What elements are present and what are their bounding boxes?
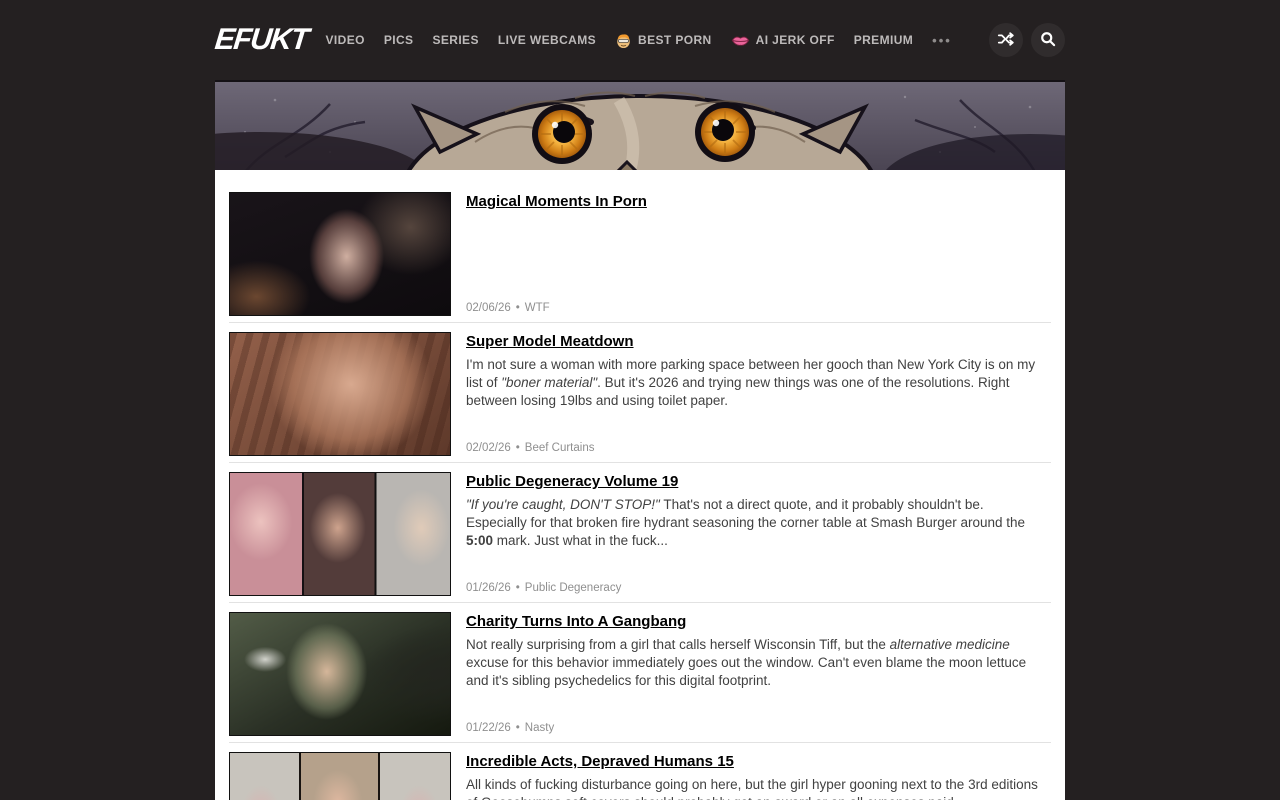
- post-category[interactable]: WTF: [525, 302, 550, 314]
- header-buttons: [989, 23, 1065, 57]
- video-thumbnail[interactable]: [229, 612, 451, 736]
- post-category[interactable]: Beef Curtains: [525, 442, 595, 454]
- main-nav: VIDEO PICS SERIES LIVE WEBCAMS BEST PORN: [326, 32, 990, 49]
- post-list: Magical Moments In Porn 02/06/26 • WTF Sup…: [215, 170, 1065, 800]
- post-date: 01/22/26: [466, 722, 511, 734]
- video-thumbnail[interactable]: [229, 332, 451, 456]
- shuffle-icon: [997, 30, 1015, 51]
- site-logo[interactable]: EFUKT: [213, 23, 309, 57]
- nav-item-video[interactable]: VIDEO: [326, 33, 365, 47]
- nav-item-label: AI JERK OFF: [756, 33, 835, 47]
- post-description: Not really surprising from a girl that c…: [466, 636, 1040, 690]
- nav-item-label: VIDEO: [326, 33, 365, 47]
- nav-item-label: SERIES: [432, 33, 478, 47]
- banner-illustration: [215, 80, 1065, 170]
- post-meta: 02/02/26 • Beef Curtains: [466, 442, 1040, 456]
- post-title-link[interactable]: Charity Turns Into A Gangbang: [466, 613, 686, 630]
- post-row: Public Degeneracy Volume 19 "If you're c…: [229, 463, 1051, 603]
- post-description: All kinds of fucking disturbance going o…: [466, 776, 1040, 800]
- post-meta: 02/06/26 • WTF: [466, 302, 1040, 316]
- search-icon: [1039, 30, 1057, 51]
- post-row: Super Model Meatdown I'm not sure a woma…: [229, 323, 1051, 463]
- post-title-link[interactable]: Public Degeneracy Volume 19: [466, 473, 678, 490]
- post-description: I'm not sure a woman with more parking s…: [466, 356, 1040, 410]
- post-title-link[interactable]: Super Model Meatdown: [466, 333, 634, 350]
- video-thumbnail[interactable]: [229, 752, 451, 800]
- post-body: Public Degeneracy Volume 19 "If you're c…: [466, 472, 1040, 596]
- post-date: 01/26/26: [466, 582, 511, 594]
- search-button[interactable]: [1031, 23, 1065, 57]
- nav-item-premium[interactable]: PREMIUM: [854, 33, 913, 47]
- meta-separator: •: [516, 442, 520, 454]
- post-title-link[interactable]: Magical Moments In Porn: [466, 193, 647, 210]
- nav-item-label: PICS: [384, 33, 414, 47]
- post-date: 02/02/26: [466, 442, 511, 454]
- nav-item-label: LIVE WEBCAMS: [498, 33, 596, 47]
- page: EFUKT VIDEO PICS SERIES LIVE WEBCAMS: [0, 0, 1280, 800]
- post-row: Charity Turns Into A Gangbang Not really…: [229, 603, 1051, 743]
- post-meta: 01/26/26 • Public Degeneracy: [466, 582, 1040, 596]
- post-body: Incredible Acts, Depraved Humans 15 All …: [466, 752, 1040, 800]
- nav-item-live-webcams[interactable]: LIVE WEBCAMS: [498, 33, 596, 47]
- post-meta: 01/22/26 • Nasty: [466, 722, 1040, 736]
- post-category[interactable]: Public Degeneracy: [525, 582, 622, 594]
- post-row: Incredible Acts, Depraved Humans 15 All …: [229, 743, 1051, 800]
- nav-item-ai-jerk-off[interactable]: AI JERK OFF: [731, 33, 835, 47]
- nav-item-series[interactable]: SERIES: [432, 33, 478, 47]
- meta-separator: •: [516, 582, 520, 594]
- nav-item-label: BEST PORN: [638, 33, 712, 47]
- nav-item-more[interactable]: •••: [932, 33, 952, 48]
- post-body: Magical Moments In Porn 02/06/26 • WTF: [466, 192, 1040, 316]
- nav-item-best-porn[interactable]: BEST PORN: [615, 32, 712, 49]
- shuffle-button[interactable]: [989, 23, 1023, 57]
- post-body: Super Model Meatdown I'm not sure a woma…: [466, 332, 1040, 456]
- post-category[interactable]: Nasty: [525, 722, 554, 734]
- video-thumbnail[interactable]: [229, 472, 451, 596]
- post-body: Charity Turns Into A Gangbang Not really…: [466, 612, 1040, 736]
- more-dots-icon: •••: [932, 33, 952, 48]
- post-date: 02/06/26: [466, 302, 511, 314]
- post-title-link[interactable]: Incredible Acts, Depraved Humans 15: [466, 753, 734, 770]
- lips-icon: [731, 34, 750, 47]
- post-row: Magical Moments In Porn 02/06/26 • WTF: [229, 183, 1051, 323]
- video-thumbnail[interactable]: [229, 192, 451, 316]
- nav-item-label: PREMIUM: [854, 33, 913, 47]
- nav-item-pics[interactable]: PICS: [384, 33, 414, 47]
- meta-separator: •: [516, 722, 520, 734]
- meta-separator: •: [516, 302, 520, 314]
- cool-face-icon: [615, 32, 632, 49]
- header: EFUKT VIDEO PICS SERIES LIVE WEBCAMS: [215, 0, 1065, 80]
- post-description: "If you're caught, DON'T STOP!" That's n…: [466, 496, 1040, 550]
